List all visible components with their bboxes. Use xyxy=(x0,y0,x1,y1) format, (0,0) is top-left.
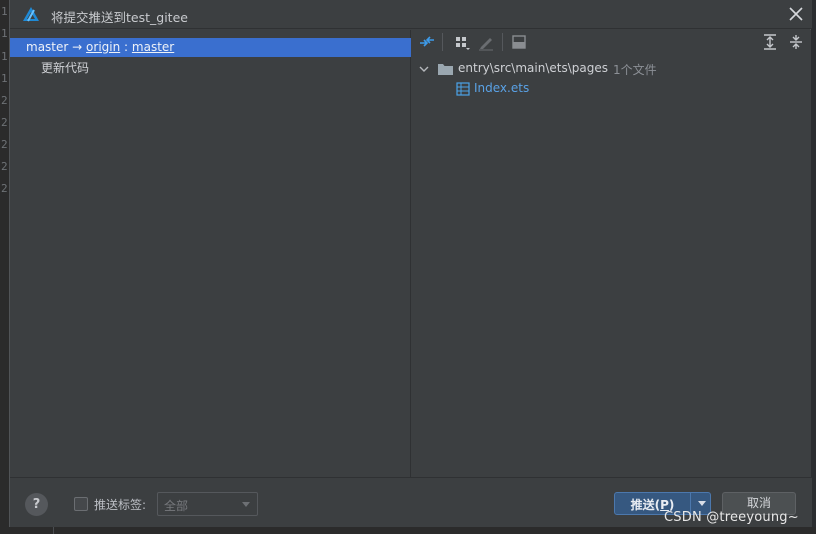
push-tags-checkbox[interactable] xyxy=(74,497,88,511)
file-count: 1个文件 xyxy=(613,63,657,77)
branch-separator: : xyxy=(124,40,129,54)
commits-pane: master → origin : master 更新代码 xyxy=(10,30,411,477)
ets-file-icon xyxy=(456,82,470,96)
expand-all-icon[interactable] xyxy=(761,33,779,51)
dialog-titlebar: 将提交推送到test_gitee xyxy=(10,0,812,29)
gutter-line-number: 1 xyxy=(1,72,8,85)
gutter-line-number: 2 xyxy=(1,160,8,173)
gutter-divider xyxy=(53,527,54,534)
dialog-title: 将提交推送到test_gitee xyxy=(51,10,188,25)
chevron-down-icon xyxy=(698,501,706,506)
push-tags-label: 推送标签: xyxy=(94,498,147,512)
editor-bottom-strip xyxy=(0,527,816,534)
gutter-line-number: 1 xyxy=(1,27,8,40)
collapse-all-icon[interactable] xyxy=(787,33,805,51)
tree-folder-node[interactable]: entry\src\main\ets\pages 1个文件 xyxy=(418,60,808,78)
local-branch: master xyxy=(26,40,69,54)
chevron-down-icon[interactable] xyxy=(418,63,430,75)
group-by-icon[interactable] xyxy=(453,33,471,51)
file-name[interactable]: Index.ets xyxy=(474,81,529,95)
folder-path: entry\src\main\ets\pages xyxy=(458,61,608,75)
chevron-down-icon xyxy=(242,502,250,507)
gutter-line-number: 2 xyxy=(1,94,8,107)
preview-icon[interactable] xyxy=(510,33,528,51)
diff-icon[interactable] xyxy=(418,33,436,51)
watermark: CSDN @treeyoung~ xyxy=(664,510,799,525)
gutter-line-number: 2 xyxy=(1,138,8,151)
edit-icon[interactable] xyxy=(477,33,495,51)
close-icon[interactable] xyxy=(787,5,805,23)
remote-branch-link[interactable]: master xyxy=(132,40,174,54)
help-button[interactable]: ? xyxy=(25,493,48,516)
changes-toolbar xyxy=(412,30,811,55)
branch-row[interactable]: master → origin : master xyxy=(10,38,411,57)
push-commits-dialog: 将提交推送到test_gitee master → origin : maste… xyxy=(9,0,812,527)
deveco-app-icon xyxy=(23,7,39,22)
folder-icon xyxy=(438,64,453,75)
commit-item[interactable]: 更新代码 xyxy=(41,59,89,76)
toolbar-separator xyxy=(442,33,443,51)
tags-dropdown[interactable]: 全部 xyxy=(157,492,258,516)
branch-arrow: → xyxy=(72,40,83,54)
gutter-line-number: 1 xyxy=(1,5,8,18)
gutter-line-number: 1 xyxy=(1,50,8,63)
gutter-line-number: 2 xyxy=(1,182,8,195)
tree-file-node[interactable]: Index.ets xyxy=(456,80,656,98)
remote-link[interactable]: origin xyxy=(86,40,120,54)
gutter-line-number: 2 xyxy=(1,116,8,129)
toolbar-separator xyxy=(502,33,503,51)
tags-dropdown-value: 全部 xyxy=(164,499,189,513)
changes-pane: entry\src\main\ets\pages 1个文件 Index.ets xyxy=(412,30,811,477)
